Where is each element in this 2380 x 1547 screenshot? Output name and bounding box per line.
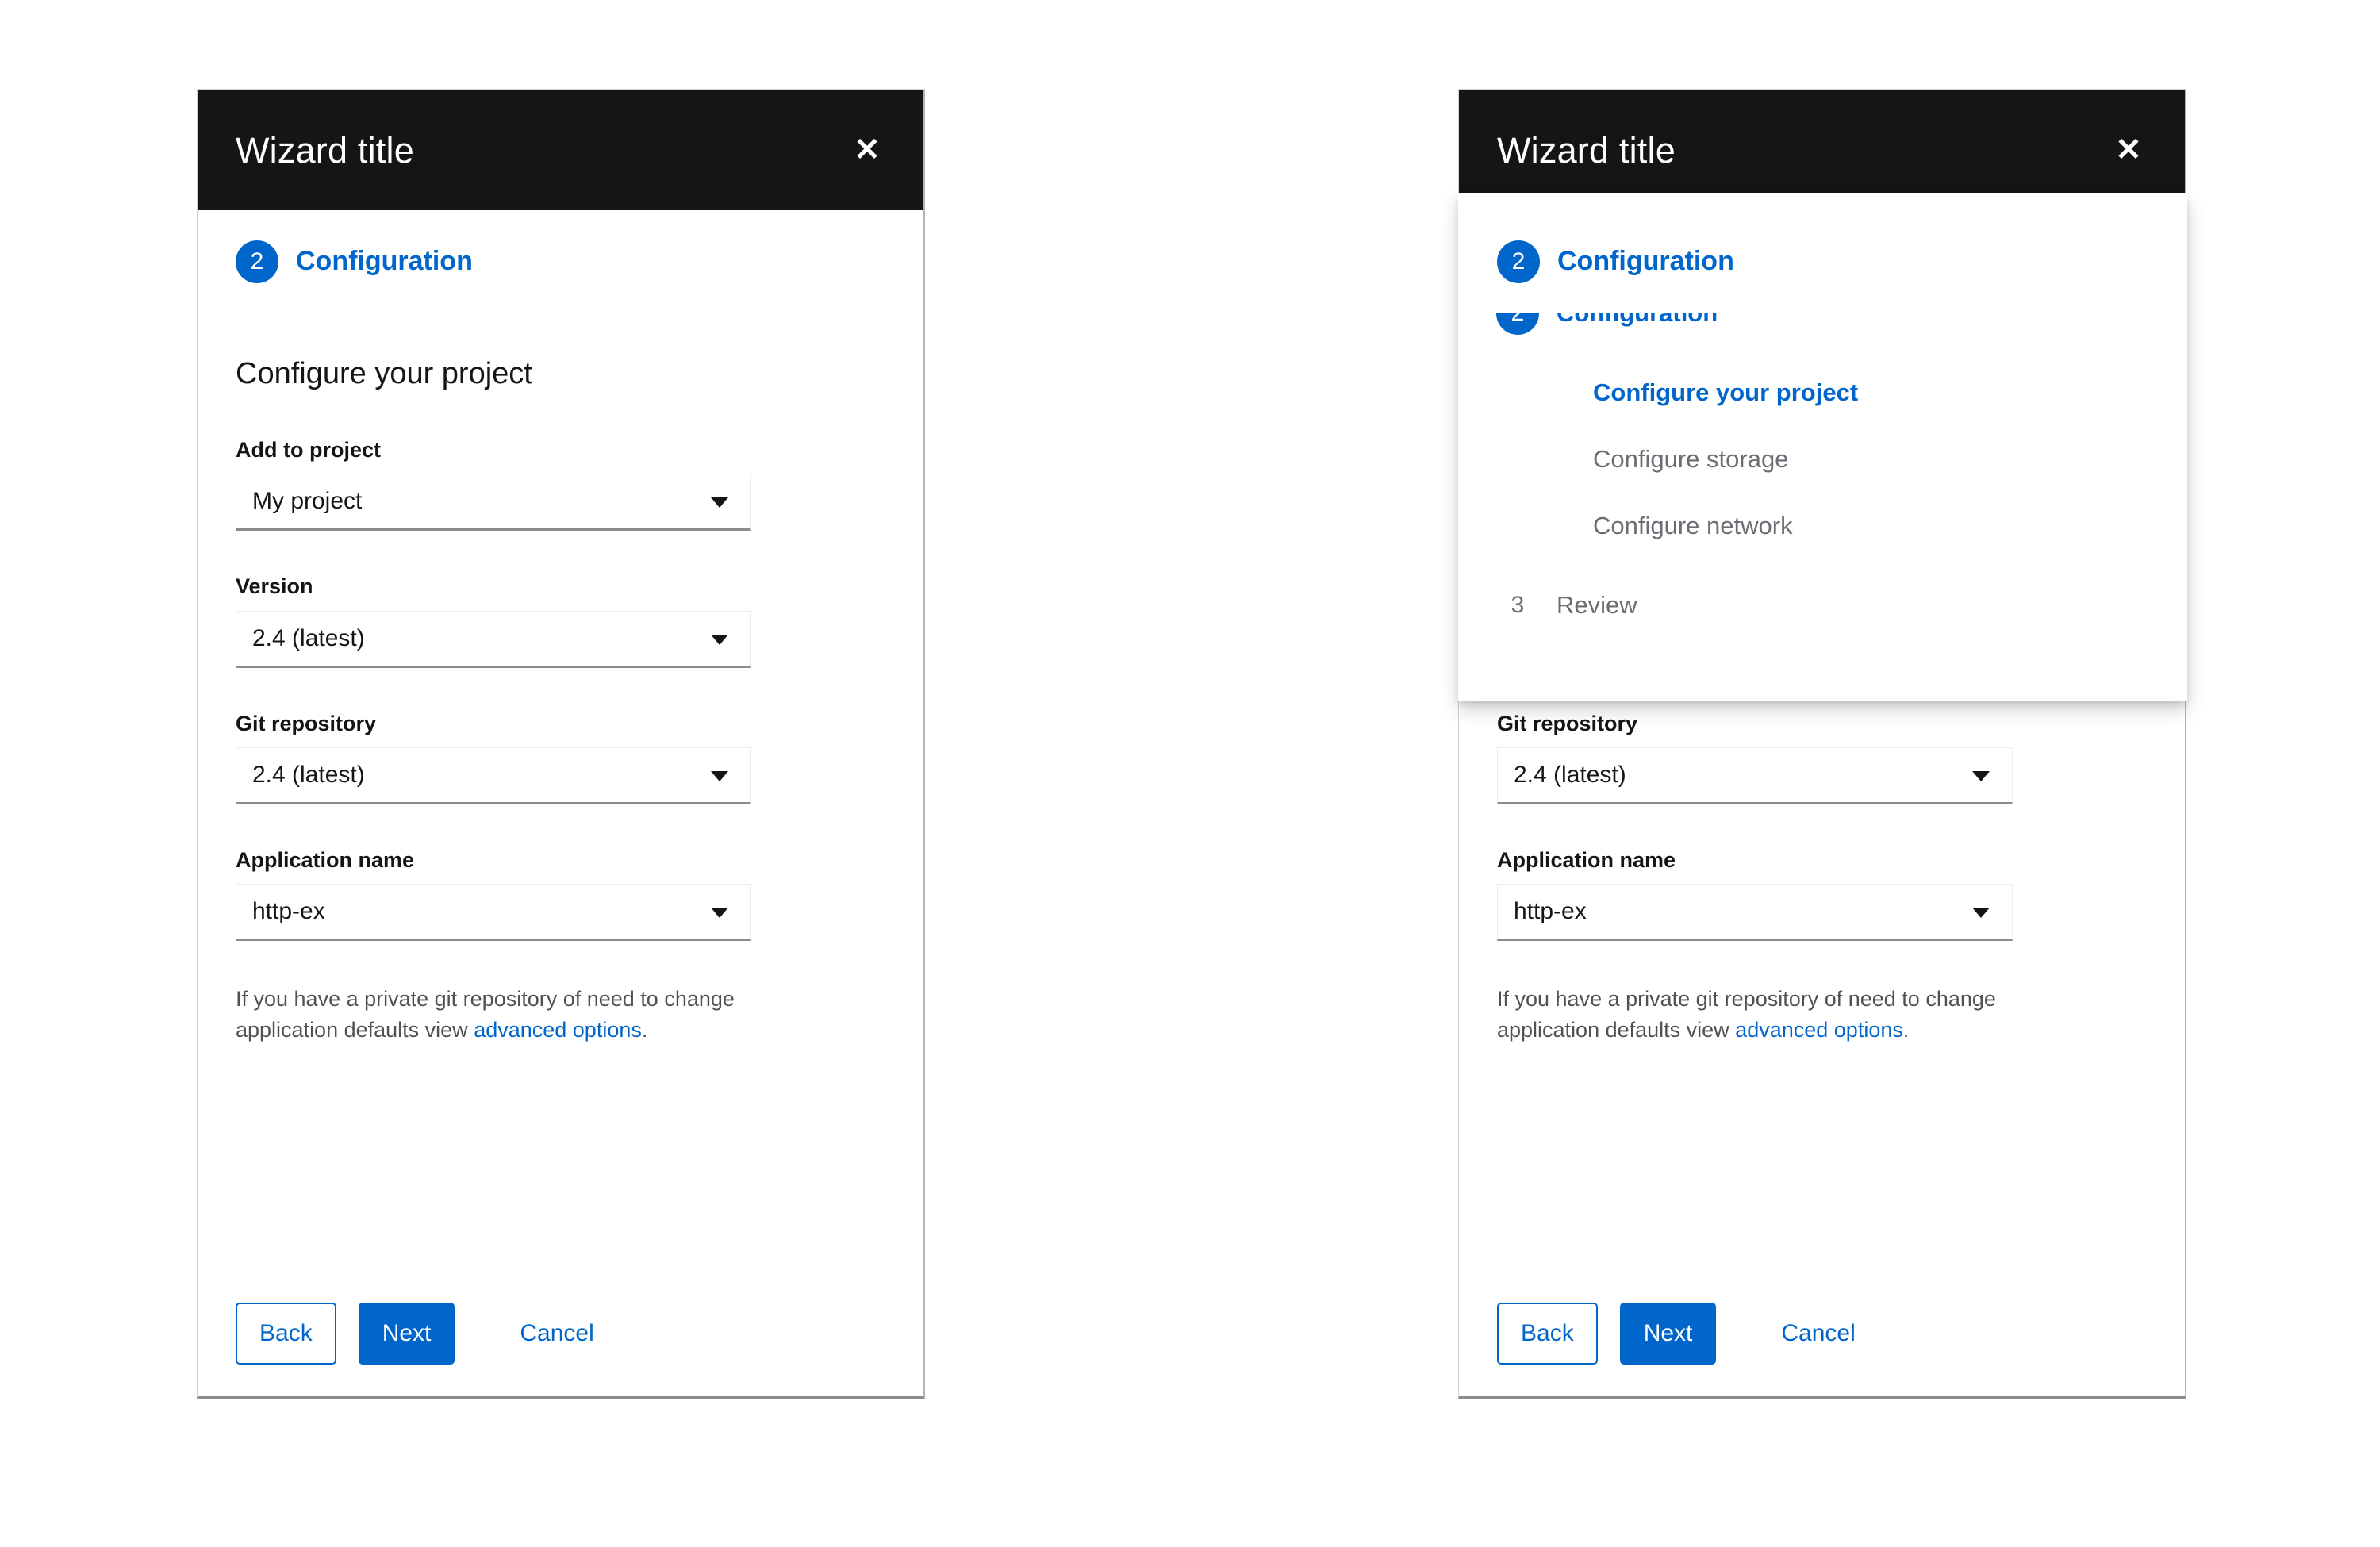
back-button[interactable]: Back	[1497, 1303, 1598, 1365]
add-to-project-select[interactable]: My project	[236, 474, 751, 532]
nav-substep-label: Configure your project	[1593, 378, 1859, 407]
chevron-down-icon	[711, 770, 728, 781]
select-value: http-ex	[1514, 898, 1587, 925]
cancel-button[interactable]: Cancel	[512, 1303, 601, 1365]
chevron-down-icon	[1972, 908, 1990, 919]
nav-substep-configure-network[interactable]: Configure network	[1458, 493, 2187, 559]
select-value: 2.4 (latest)	[1514, 761, 1626, 788]
nav-step-label: Review	[1557, 591, 1637, 619]
close-icon[interactable]: ✕	[846, 129, 889, 171]
field-label: Application name	[236, 847, 415, 872]
chevron-down-icon	[711, 908, 728, 919]
nav-substep-configure-your-project[interactable]: Configure your project	[1458, 359, 2187, 426]
next-button[interactable]: Next	[1619, 1303, 1717, 1365]
chevron-down-icon	[711, 634, 728, 645]
cancel-button[interactable]: Cancel	[1773, 1303, 1863, 1365]
advanced-options-link[interactable]: advanced options	[474, 1018, 642, 1042]
field-label: Git repository	[1497, 711, 1638, 735]
wizard-collapsed: Wizard title ✕ 2 Configuration Configure…	[197, 89, 925, 1399]
version-select[interactable]: 2.4 (latest)	[236, 610, 751, 668]
field-version: Version 2.4 (latest)	[236, 574, 885, 668]
chevron-down-icon	[711, 497, 728, 509]
wizard-header: Wizard title ✕	[198, 90, 923, 210]
wizard-footer: Back Next Cancel	[1459, 1271, 2185, 1396]
application-name-select[interactable]: http-ex	[236, 884, 751, 942]
select-value: 2.4 (latest)	[252, 761, 365, 788]
helper-text-after: .	[1902, 1017, 1910, 1042]
helper-text: If you have a private git repository of …	[236, 984, 775, 1045]
select-value: http-ex	[252, 898, 325, 925]
helper-text: If you have a private git repository of …	[1497, 984, 2036, 1045]
field-label: Application name	[1497, 847, 1676, 872]
nav-substep-label: Configure network	[1593, 512, 1793, 540]
git-repository-select[interactable]: 2.4 (latest)	[236, 747, 751, 804]
step-nav-toggle[interactable]: 2 Configuration	[198, 210, 923, 313]
advanced-options-link[interactable]: advanced options	[1735, 1018, 1903, 1042]
select-value: My project	[252, 488, 363, 515]
field-label: Version	[236, 574, 313, 599]
page-title: Wizard title	[1497, 129, 1676, 171]
step-nav-toggle[interactable]: 2 Configuration	[1459, 210, 2185, 313]
field-application-name: Application name http-ex	[1497, 847, 2147, 942]
field-git-repository: Git repository 2.4 (latest)	[1497, 711, 2147, 804]
step-nav-toggle-label: Configuration	[296, 246, 473, 276]
field-application-name: Application name http-ex	[236, 847, 885, 942]
wizard-body: Configure your project Add to project My…	[198, 313, 923, 1045]
field-label: Git repository	[236, 711, 377, 735]
step-number-3: 3	[1511, 592, 1525, 618]
chevron-down-icon	[1972, 770, 1990, 781]
field-label: Add to project	[236, 437, 381, 462]
nav-step-review[interactable]: 3 Review	[1458, 572, 2187, 639]
nav-substep-label: Configure storage	[1593, 445, 1789, 474]
field-git-repository: Git repository 2.4 (latest)	[236, 711, 885, 804]
wizard-expanded: Wizard title ✕ 2 Configuration Configure…	[1458, 89, 2187, 1399]
wizard-footer: Back Next Cancel	[198, 1271, 923, 1396]
step-nav-toggle-label: Configuration	[1557, 246, 1734, 276]
application-name-select[interactable]: http-ex	[1497, 884, 2013, 942]
helper-text-after: .	[641, 1017, 648, 1042]
section-title: Configure your project	[236, 357, 532, 390]
page-title: Wizard title	[236, 129, 414, 171]
git-repository-select[interactable]: 2.4 (latest)	[1497, 747, 2013, 804]
field-add-to-project: Add to project My project	[236, 437, 885, 532]
back-button[interactable]: Back	[236, 1303, 336, 1365]
next-button[interactable]: Next	[358, 1303, 455, 1365]
nav-substep-configure-storage[interactable]: Configure storage	[1458, 426, 2187, 493]
close-icon[interactable]: ✕	[2107, 129, 2150, 171]
step-badge-2: 2	[236, 240, 278, 283]
step-badge-2: 2	[1497, 240, 1540, 283]
select-value: 2.4 (latest)	[252, 624, 365, 651]
